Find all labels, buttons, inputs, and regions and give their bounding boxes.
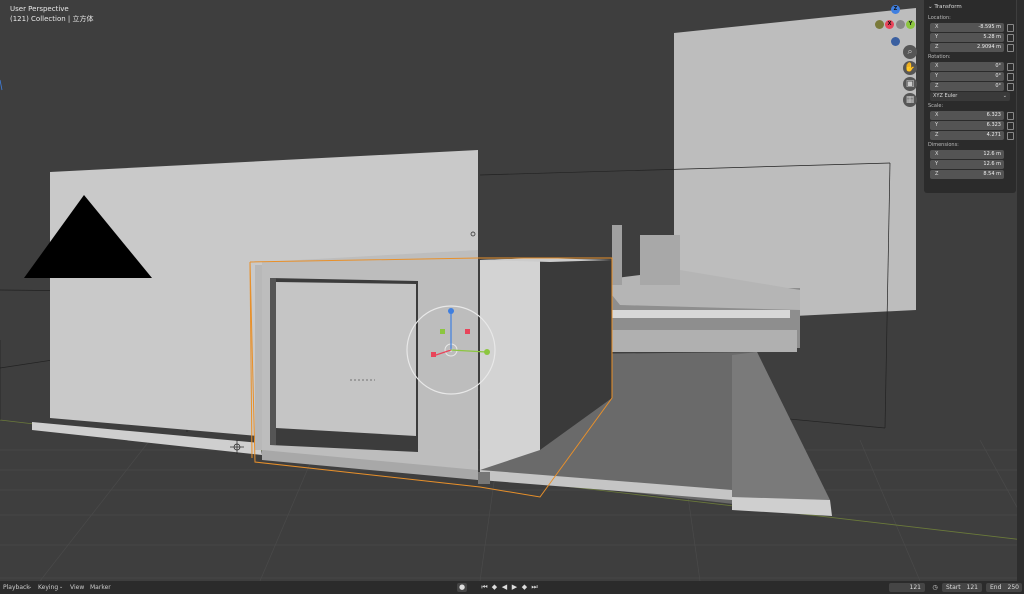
3d-viewport[interactable]: User Perspective (121) Collection | 立方体 … bbox=[0, 0, 1024, 581]
scale-y-field[interactable]: Y 6.323 bbox=[930, 121, 1014, 130]
axis-label: X bbox=[935, 112, 939, 118]
zoom-icon[interactable]: ⌕ bbox=[903, 45, 917, 59]
end-label: End bbox=[990, 584, 1002, 591]
rotation-x-field[interactable]: X 0° bbox=[930, 62, 1014, 71]
chevron-down-icon: ⌄ bbox=[28, 584, 33, 590]
axis-label: Z bbox=[935, 83, 939, 89]
timeline-bar: Playback ⌄ Keying ⌄ View Marker ● ⏮ ◆ ◀ … bbox=[0, 581, 1024, 594]
axis-label: Y bbox=[935, 73, 939, 79]
location-group: X -8.595 m Y 5.28 m Z 2.9094 m bbox=[924, 23, 1016, 52]
dimensions-x-field[interactable]: X 12.6 m bbox=[930, 150, 1004, 159]
axis-label: Z bbox=[935, 171, 939, 177]
rotation-mode-dropdown[interactable]: XYZ Euler ⌄ bbox=[930, 92, 1010, 101]
axis-label: X bbox=[935, 151, 939, 157]
gizmo-y-axis[interactable]: Y bbox=[906, 20, 915, 29]
lock-icon[interactable] bbox=[1007, 112, 1014, 120]
prev-keyframe-icon[interactable]: ◆ bbox=[490, 583, 499, 592]
panel-title: Transform bbox=[934, 4, 962, 10]
clock-icon[interactable]: ◷ bbox=[930, 583, 940, 592]
field-value: 0° bbox=[995, 73, 1001, 79]
start-value: 121 bbox=[966, 584, 978, 591]
gizmo-z-axis[interactable]: Z bbox=[891, 5, 900, 14]
camera-icon[interactable]: ▣ bbox=[903, 77, 917, 91]
end-frame-field[interactable]: End 250 bbox=[986, 583, 1022, 592]
location-label: Location: bbox=[928, 15, 951, 21]
dimensions-group: X 12.6 m Y 12.6 m Z 8.54 m bbox=[924, 150, 1016, 179]
location-z-field[interactable]: Z 2.9094 m bbox=[930, 43, 1014, 52]
chevron-down-icon: ⌄ bbox=[1002, 93, 1007, 99]
scale-z-field[interactable]: Z 4.271 bbox=[930, 131, 1014, 140]
play-reverse-icon[interactable]: ◀ bbox=[500, 583, 509, 592]
lock-icon[interactable] bbox=[1007, 83, 1014, 91]
location-x-field[interactable]: X -8.595 m bbox=[930, 23, 1014, 32]
field-value: 0° bbox=[995, 63, 1001, 69]
rotation-y-field[interactable]: Y 0° bbox=[930, 72, 1014, 81]
lock-icon[interactable] bbox=[1007, 73, 1014, 81]
lock-icon[interactable] bbox=[1007, 44, 1014, 52]
axis-label: Y bbox=[935, 161, 939, 167]
rotation-mode-value: XYZ Euler bbox=[933, 93, 958, 99]
grid-icon[interactable]: ▦ bbox=[903, 93, 917, 107]
start-frame-field[interactable]: Start 121 bbox=[942, 583, 982, 592]
marker-menu[interactable]: Marker bbox=[90, 581, 111, 594]
gizmo-center[interactable] bbox=[896, 20, 905, 29]
record-icon[interactable]: ● bbox=[457, 583, 467, 592]
end-value: 250 bbox=[1007, 584, 1019, 591]
dimensions-label: Dimensions: bbox=[928, 142, 959, 148]
axis-label: Z bbox=[935, 132, 939, 138]
rotation-z-field[interactable]: Z 0° bbox=[930, 82, 1014, 91]
playback-menu[interactable]: Playback bbox=[3, 581, 30, 594]
lock-icon[interactable] bbox=[1007, 122, 1014, 130]
lock-icon[interactable] bbox=[1007, 24, 1014, 32]
field-value: 4.271 bbox=[986, 132, 1001, 138]
viewport-title: User Perspective bbox=[10, 5, 69, 13]
rotation-label: Rotation: bbox=[928, 54, 951, 60]
rotation-group: X 0° Y 0° Z 0° bbox=[924, 62, 1016, 91]
gizmo-x-axis[interactable]: X bbox=[885, 20, 894, 29]
transform-panel: ⌄ Transform Location: X -8.595 m Y 5.28 m … bbox=[924, 0, 1016, 193]
sidebar-tabs[interactable] bbox=[1017, 0, 1024, 581]
scale-x-field[interactable]: X 6.323 bbox=[930, 111, 1014, 120]
dimensions-y-field[interactable]: Y 12.6 m bbox=[930, 160, 1004, 169]
field-value: 2.9094 m bbox=[977, 44, 1001, 50]
view-menu[interactable]: View bbox=[70, 581, 84, 594]
doorway-object bbox=[255, 250, 490, 484]
current-frame-field[interactable]: 121 bbox=[889, 583, 925, 592]
field-value: 6.323 bbox=[986, 112, 1001, 118]
location-y-field[interactable]: Y 5.28 m bbox=[930, 33, 1014, 42]
panel-header[interactable]: ⌄ Transform bbox=[924, 0, 1016, 14]
jump-start-icon[interactable]: ⏮ bbox=[480, 583, 489, 592]
axis-label: X bbox=[935, 63, 939, 69]
field-value: -8.595 m bbox=[978, 24, 1001, 30]
axis-label: X bbox=[935, 24, 939, 30]
lock-icon[interactable] bbox=[1007, 132, 1014, 140]
play-icon[interactable]: ▶ bbox=[510, 583, 519, 592]
field-value: 8.54 m bbox=[983, 171, 1001, 177]
collection-label: (121) Collection | 立方体 bbox=[10, 15, 94, 23]
axis-label: Z bbox=[935, 44, 939, 50]
gizmo-neg-x-axis[interactable] bbox=[875, 20, 884, 29]
chevron-down-icon: ⌄ bbox=[59, 584, 64, 590]
axis-label: Y bbox=[935, 122, 939, 128]
scale-label: Scale: bbox=[928, 103, 944, 109]
gizmo-neg-z-axis[interactable] bbox=[891, 37, 900, 46]
field-value: 5.28 m bbox=[983, 34, 1001, 40]
axis-label: Y bbox=[935, 34, 939, 40]
hand-icon[interactable]: ✋ bbox=[903, 61, 917, 75]
field-value: 6.323 bbox=[986, 122, 1001, 128]
field-value: 0° bbox=[995, 83, 1001, 89]
next-keyframe-icon[interactable]: ◆ bbox=[520, 583, 529, 592]
start-label: Start bbox=[946, 584, 961, 591]
scene-render bbox=[0, 8, 1024, 581]
dimensions-z-field[interactable]: Z 8.54 m bbox=[930, 170, 1004, 179]
lock-icon[interactable] bbox=[1007, 34, 1014, 42]
field-value: 12.6 m bbox=[983, 161, 1001, 167]
keying-menu[interactable]: Keying bbox=[38, 581, 58, 594]
lock-icon[interactable] bbox=[1007, 63, 1014, 71]
jump-end-icon[interactable]: ⏭ bbox=[530, 583, 539, 592]
field-value: 12.6 m bbox=[983, 151, 1001, 157]
scale-group: X 6.323 Y 6.323 Z 4.271 bbox=[924, 111, 1016, 140]
